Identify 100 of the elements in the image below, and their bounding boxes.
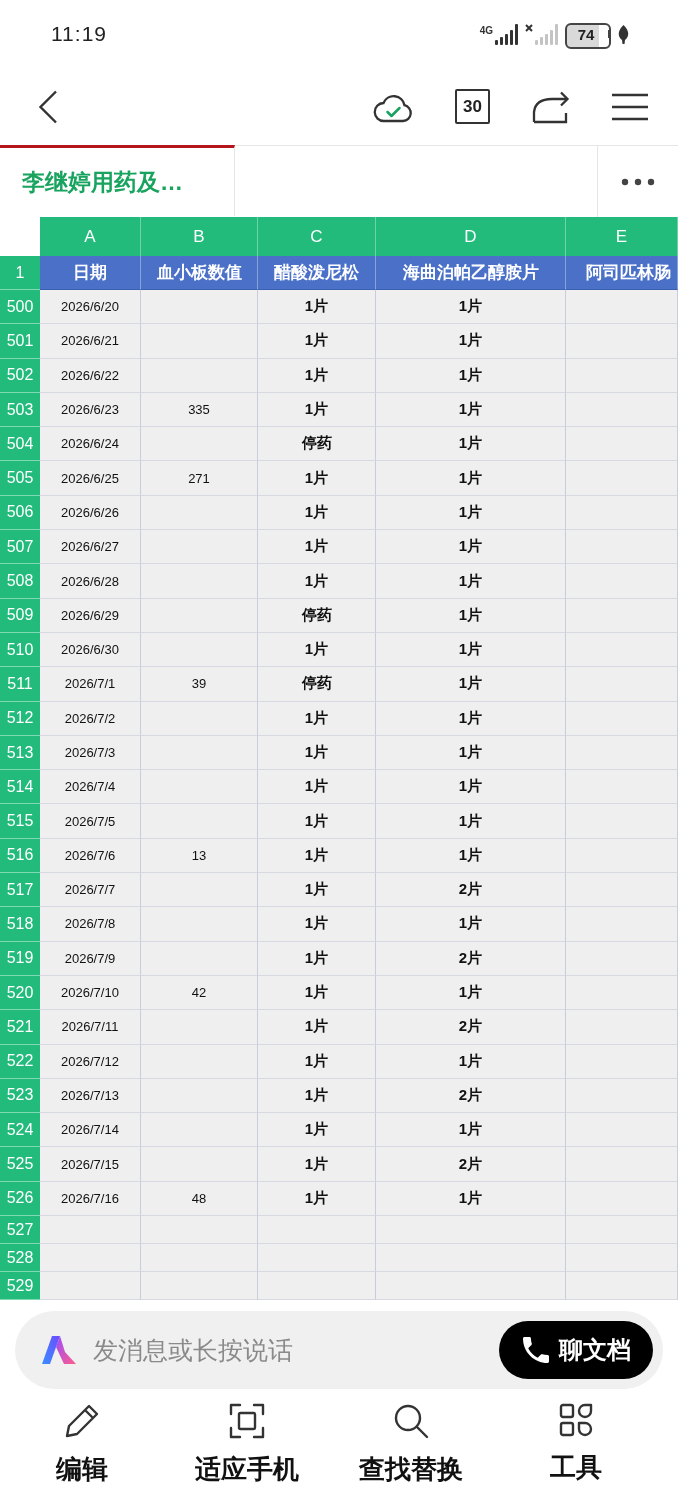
table-cell: 1片 bbox=[258, 1078, 376, 1114]
message-input[interactable]: 发消息或长按说话 bbox=[93, 1330, 483, 1370]
table-cell: 2026/6/28 bbox=[40, 564, 141, 599]
table-cell: 2026/7/5 bbox=[40, 804, 141, 839]
column-header[interactable]: B bbox=[141, 217, 258, 256]
row-header[interactable]: 512 bbox=[0, 701, 40, 736]
row-header[interactable]: 527 bbox=[0, 1216, 40, 1244]
table-cell: 1片 bbox=[258, 701, 376, 736]
row-header[interactable]: 506 bbox=[0, 495, 40, 531]
header-cell: 日期 bbox=[40, 256, 141, 290]
share-icon[interactable] bbox=[532, 89, 570, 124]
table-cell: 2026/6/23 bbox=[40, 392, 141, 428]
row-header[interactable]: 518 bbox=[0, 907, 40, 942]
row-header[interactable]: 515 bbox=[0, 804, 40, 839]
network-type: 4G bbox=[479, 25, 493, 36]
row-header[interactable]: 514 bbox=[0, 770, 40, 805]
column-header[interactable]: A bbox=[40, 217, 141, 256]
table-cell: 2026/7/14 bbox=[40, 1113, 141, 1148]
table-cell: 2026/7/13 bbox=[40, 1078, 141, 1114]
row-header[interactable]: 520 bbox=[0, 975, 40, 1011]
back-icon[interactable] bbox=[38, 89, 58, 124]
table-cell: 2片 bbox=[376, 873, 566, 908]
header-cell: 血小板数值 bbox=[141, 256, 258, 290]
table-cell: 2026/7/16 bbox=[40, 1181, 141, 1216]
chat-doc-button[interactable]: 聊文档 bbox=[499, 1321, 653, 1379]
table-cell: 1片 bbox=[376, 907, 566, 942]
table-cell: 1片 bbox=[258, 1010, 376, 1045]
fit-screen-icon bbox=[228, 1403, 265, 1439]
menu-icon[interactable] bbox=[612, 92, 648, 121]
row-header[interactable]: 525 bbox=[0, 1147, 40, 1182]
table-cell: 停药 bbox=[258, 427, 376, 462]
tools-grid-icon bbox=[558, 1403, 593, 1437]
table-cell: 1片 bbox=[258, 564, 376, 599]
table-cell: 1片 bbox=[258, 392, 376, 428]
table-cell: 48 bbox=[141, 1181, 258, 1216]
row-header[interactable]: 526 bbox=[0, 1181, 40, 1216]
table-cell: 1片 bbox=[376, 701, 566, 736]
sheet-tab[interactable]: 李继婷用药及… bbox=[0, 145, 235, 216]
table-cell: 1片 bbox=[376, 1181, 566, 1216]
header-cell: 海曲泊帕乙醇胺片 bbox=[376, 256, 566, 290]
table-cell: 1片 bbox=[376, 358, 566, 393]
nav-button[interactable]: 查找替换 bbox=[329, 1403, 494, 1487]
row-header[interactable]: 513 bbox=[0, 735, 40, 771]
table-cell: 2026/6/22 bbox=[40, 358, 141, 393]
table-cell: 2026/7/4 bbox=[40, 770, 141, 805]
table-cell: 2026/7/8 bbox=[40, 907, 141, 942]
more-icon[interactable] bbox=[621, 177, 655, 186]
table-cell: 1片 bbox=[258, 907, 376, 942]
counter-button[interactable]: 30 bbox=[455, 89, 490, 124]
table-cell: 2026/6/27 bbox=[40, 530, 141, 565]
row-header[interactable]: 1 bbox=[0, 256, 40, 290]
row-header[interactable]: 510 bbox=[0, 632, 40, 668]
table-cell: 1片 bbox=[376, 770, 566, 805]
phone-icon bbox=[523, 1337, 549, 1363]
table-cell: 2026/6/25 bbox=[40, 461, 141, 496]
row-header[interactable]: 516 bbox=[0, 838, 40, 874]
nav-button[interactable]: 工具 bbox=[493, 1403, 658, 1487]
table-cell: 1片 bbox=[258, 495, 376, 531]
row-header[interactable]: 504 bbox=[0, 427, 40, 462]
nav-button[interactable]: 适应手机 bbox=[164, 1403, 329, 1487]
nav-button[interactable]: 编辑 bbox=[0, 1403, 165, 1487]
header-cell: 阿司匹林肠 bbox=[566, 256, 678, 290]
row-header[interactable]: 508 bbox=[0, 564, 40, 599]
row-header[interactable]: 522 bbox=[0, 1044, 40, 1079]
row-header[interactable]: 528 bbox=[0, 1244, 40, 1272]
row-header[interactable]: 519 bbox=[0, 941, 40, 976]
message-bar[interactable]: 发消息或长按说话 聊文档 bbox=[15, 1311, 663, 1389]
table-cell: 1片 bbox=[376, 735, 566, 771]
table-cell: 1片 bbox=[258, 1113, 376, 1148]
row-header[interactable]: 507 bbox=[0, 530, 40, 565]
table-cell: 1片 bbox=[258, 1044, 376, 1079]
row-header[interactable]: 521 bbox=[0, 1010, 40, 1045]
clock-time: 11:19 bbox=[51, 22, 107, 46]
table-cell: 1片 bbox=[376, 530, 566, 565]
table-cell: 1片 bbox=[376, 1113, 566, 1148]
row-header[interactable]: 529 bbox=[0, 1272, 40, 1300]
table-cell: 1片 bbox=[376, 461, 566, 496]
column-header[interactable]: D bbox=[376, 217, 566, 256]
table-cell: 2026/6/21 bbox=[40, 324, 141, 359]
row-header[interactable]: 501 bbox=[0, 324, 40, 359]
row-header[interactable]: 503 bbox=[0, 392, 40, 428]
row-header[interactable]: 505 bbox=[0, 461, 40, 496]
row-header[interactable]: 517 bbox=[0, 873, 40, 908]
table-cell: 1片 bbox=[376, 667, 566, 702]
row-header[interactable]: 523 bbox=[0, 1078, 40, 1114]
header-cell: 醋酸泼尼松 bbox=[258, 256, 376, 290]
column-header[interactable]: C bbox=[258, 217, 376, 256]
table-cell: 1片 bbox=[258, 461, 376, 496]
table-cell: 2026/7/2 bbox=[40, 701, 141, 736]
column-header[interactable]: E bbox=[566, 217, 678, 256]
table-cell: 2026/7/7 bbox=[40, 873, 141, 908]
row-header[interactable]: 500 bbox=[0, 290, 40, 325]
search-icon bbox=[393, 1403, 430, 1439]
row-header[interactable]: 524 bbox=[0, 1113, 40, 1148]
row-header[interactable]: 511 bbox=[0, 667, 40, 702]
row-header[interactable]: 509 bbox=[0, 598, 40, 633]
row-header[interactable]: 502 bbox=[0, 358, 40, 393]
table-cell: 2026/7/15 bbox=[40, 1147, 141, 1182]
table-cell: 1片 bbox=[376, 392, 566, 428]
table-cell: 1片 bbox=[376, 427, 566, 462]
